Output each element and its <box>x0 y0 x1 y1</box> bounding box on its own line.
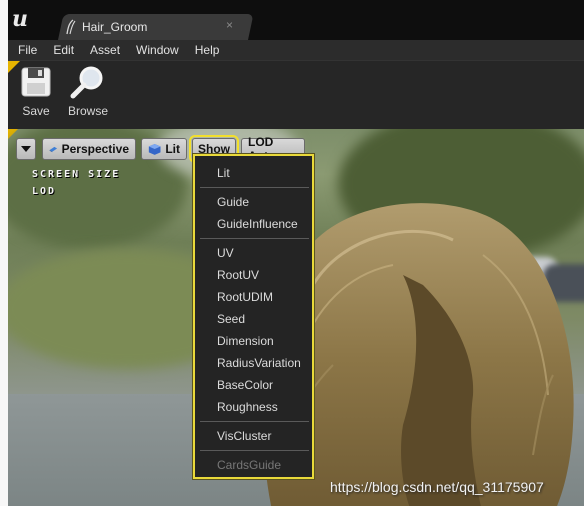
toolbar-accent <box>8 61 20 73</box>
menu-item-base-color[interactable]: BaseColor <box>217 378 273 392</box>
tab-close-button[interactable]: × <box>226 18 233 32</box>
chevron-down-icon <box>21 146 31 152</box>
menu-separator <box>200 421 309 422</box>
menu-bar: File Edit Asset Window Help <box>8 40 584 60</box>
lod-readout: LOD <box>32 186 57 197</box>
menu-window[interactable]: Window <box>128 43 187 57</box>
viewport-options-button[interactable] <box>16 138 36 160</box>
menu-file[interactable]: File <box>10 43 45 57</box>
menu-separator <box>200 238 309 239</box>
perspective-button[interactable]: Perspective <box>42 138 136 160</box>
magnifier-icon <box>70 66 103 99</box>
perspective-label: Perspective <box>61 142 129 156</box>
save-button[interactable]: Save <box>20 65 52 118</box>
menu-separator <box>200 187 309 188</box>
menu-item-root-udim[interactable]: RootUDIM <box>217 290 273 304</box>
title-bar: u Hair_Groom × <box>8 0 584 40</box>
lit-label: Lit <box>165 142 180 156</box>
menu-help[interactable]: Help <box>187 43 228 57</box>
tab-title: Hair_Groom <box>82 20 148 34</box>
lit-button[interactable]: Lit <box>141 138 187 160</box>
menu-item-guide-influence[interactable]: GuideInfluence <box>217 217 298 231</box>
menu-item-guide[interactable]: Guide <box>217 195 249 209</box>
watermark-text: https://blog.csdn.net/qq_31175907 <box>330 479 544 495</box>
menu-item-radius-variation[interactable]: RadiusVariation <box>217 356 301 370</box>
menu-item-root-uv[interactable]: RootUV <box>217 268 259 282</box>
screen-size-readout: SCREEN SIZE <box>32 169 121 180</box>
menu-separator <box>200 450 309 451</box>
show-dropdown-menu: Lit Guide GuideInfluence UV RootUV RootU… <box>193 154 314 479</box>
unreal-logo-icon[interactable]: u <box>12 6 40 34</box>
save-icon <box>21 67 51 97</box>
save-label: Save <box>22 104 50 118</box>
asset-toolbar: Save Browse <box>8 60 584 129</box>
menu-asset[interactable]: Asset <box>82 43 128 57</box>
document-tab-content[interactable]: Hair_Groom <box>64 16 147 38</box>
menu-item-vis-cluster[interactable]: VisCluster <box>217 429 271 443</box>
menu-item-roughness[interactable]: Roughness <box>217 400 278 414</box>
menu-item-seed[interactable]: Seed <box>217 312 245 326</box>
menu-edit[interactable]: Edit <box>45 43 82 57</box>
browse-button[interactable]: Browse <box>68 65 108 118</box>
editor-window: u Hair_Groom × File Edit Asset Window He… <box>8 0 584 506</box>
menu-item-uv[interactable]: UV <box>217 246 234 260</box>
perspective-icon <box>49 146 58 153</box>
menu-item-dimension[interactable]: Dimension <box>217 334 274 348</box>
lit-sphere-icon <box>148 144 161 155</box>
menu-item-cards-guide: CardsGuide <box>217 458 282 472</box>
groom-asset-icon <box>66 19 76 35</box>
browse-label: Browse <box>68 104 109 118</box>
menu-item-lit[interactable]: Lit <box>217 166 230 180</box>
